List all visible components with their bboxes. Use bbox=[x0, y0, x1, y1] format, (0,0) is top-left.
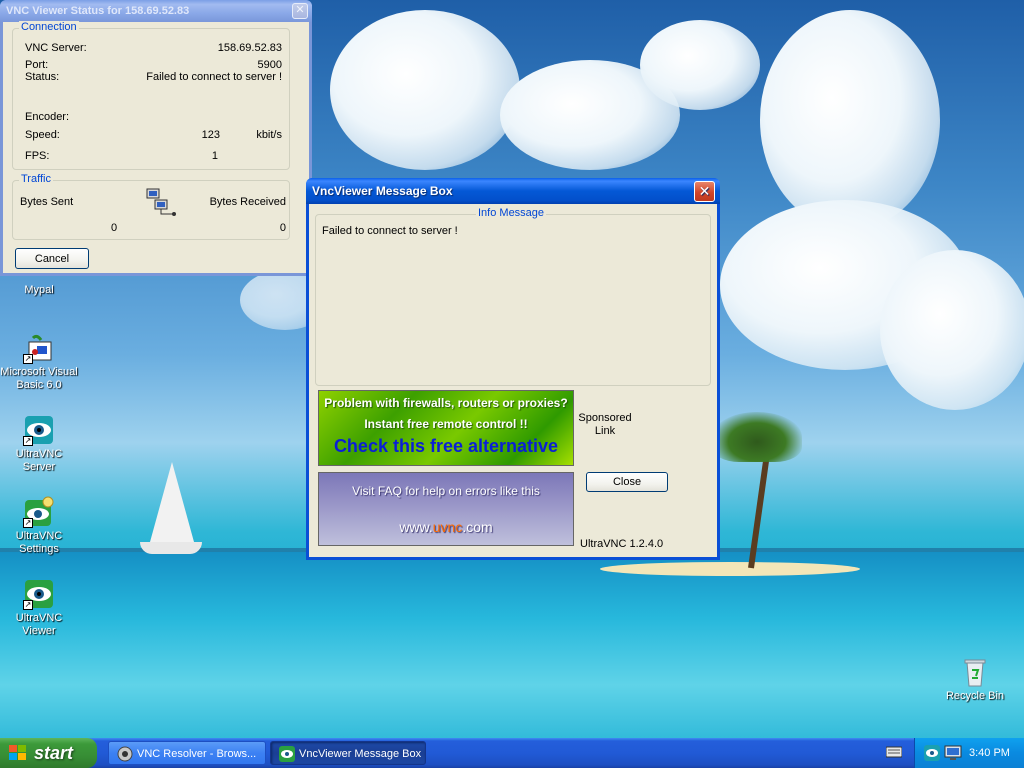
banner-url-brand: uvnc bbox=[432, 519, 463, 535]
vnc-status-window[interactable]: VNC Viewer Status for 158.69.52.83 ✕ Con… bbox=[0, 0, 312, 276]
desktop-icon-label: Recycle Bin bbox=[945, 690, 1005, 702]
taskbar: start VNC Resolver - Brows... VncViewer … bbox=[0, 738, 1024, 768]
speed-unit: kbit/s bbox=[256, 129, 282, 141]
cancel-button[interactable]: Cancel bbox=[15, 248, 89, 269]
taskbar-item-message-box[interactable]: VncViewer Message Box bbox=[270, 741, 426, 765]
desktop-icon-ultravnc-settings[interactable]: ↗ UltraVNC Settings bbox=[0, 496, 78, 556]
speed-label: Speed: bbox=[25, 129, 60, 141]
fps-value: 1 bbox=[211, 150, 218, 162]
taskbar-item-label: VncViewer Message Box bbox=[299, 748, 422, 760]
bytes-received-label: Bytes Received bbox=[209, 196, 286, 208]
cloud bbox=[880, 250, 1024, 410]
sponsored-banner-faq[interactable]: Visit FAQ for help on errors like this w… bbox=[318, 472, 574, 546]
desktop-icon-ultravnc-server[interactable]: ↗ UltraVNC Server bbox=[0, 414, 78, 474]
boat-sail bbox=[150, 462, 194, 542]
info-message-legend: Info Message bbox=[476, 207, 547, 219]
traffic-groupbox: Traffic Bytes Sent Bytes Received 0 0 bbox=[12, 173, 290, 240]
banner-line-instant: Instant free remote control !! bbox=[364, 417, 528, 431]
ultravnc-eye-icon bbox=[279, 746, 295, 762]
port-value: 5900 bbox=[257, 59, 282, 71]
sea bbox=[0, 552, 1024, 738]
sponsored-label-line1: Sponsored bbox=[578, 412, 632, 424]
sponsored-link-label: Sponsored Link bbox=[577, 412, 633, 438]
taskbar-item-vnc-resolver[interactable]: VNC Resolver - Brows... bbox=[108, 741, 266, 765]
connection-legend: Connection bbox=[19, 21, 79, 33]
desktop-icon-label: UltraVNC Settings bbox=[15, 530, 63, 555]
desktop-icon-label: Mypal bbox=[24, 284, 54, 296]
palm-leaves bbox=[712, 412, 802, 462]
fps-label: FPS: bbox=[25, 150, 50, 162]
windows-logo-icon bbox=[9, 745, 27, 761]
message-box-titlebar[interactable]: VncViewer Message Box ✕ bbox=[306, 178, 720, 204]
network-computers-icon bbox=[145, 187, 179, 220]
keyboard-icon[interactable] bbox=[885, 745, 903, 762]
port-label: Port: bbox=[25, 59, 49, 71]
desktop-icon-recycle-bin[interactable]: Recycle Bin bbox=[936, 656, 1014, 703]
info-message-text: Failed to connect to server ! bbox=[322, 225, 458, 237]
close-icon[interactable]: ✕ bbox=[292, 3, 308, 19]
desktop-icon-label: UltraVNC Viewer bbox=[15, 612, 63, 637]
message-box-title: VncViewer Message Box bbox=[312, 184, 453, 198]
system-tray: 3:40 PM bbox=[914, 738, 1024, 768]
banner-url-prefix: www. bbox=[399, 519, 433, 535]
banner-line-firewalls: Problem with firewalls, routers or proxi… bbox=[324, 396, 568, 410]
traffic-legend: Traffic bbox=[19, 173, 53, 185]
display-icon[interactable] bbox=[944, 745, 962, 764]
version-label: UltraVNC 1.2.4.0 bbox=[580, 538, 664, 550]
encoder-label: Encoder: bbox=[25, 111, 70, 123]
desktop-icon-visual-basic[interactable]: ↗ Microsoft Visual Basic 6.0 bbox=[0, 332, 78, 392]
ultravnc-eye-icon: ↗ bbox=[23, 578, 55, 610]
desktop-icon-label: UltraVNC Server bbox=[15, 448, 63, 473]
taskbar-item-label: VNC Resolver - Brows... bbox=[137, 748, 257, 760]
recycle-bin-icon bbox=[959, 656, 991, 688]
info-message-groupbox: Info Message Failed to connect to server… bbox=[315, 207, 711, 386]
close-button[interactable]: Close bbox=[586, 472, 668, 492]
status-value: Failed to connect to server ! bbox=[146, 71, 282, 83]
bytes-sent-value: 0 bbox=[111, 222, 118, 234]
status-window-titlebar[interactable]: VNC Viewer Status for 158.69.52.83 ✕ bbox=[0, 0, 312, 22]
vnc-server-value: 158.69.52.83 bbox=[217, 42, 282, 54]
sponsored-banner-alternative[interactable]: Problem with firewalls, routers or proxi… bbox=[318, 390, 574, 466]
vnc-server-label: VNC Server: bbox=[25, 42, 87, 54]
status-window-title: VNC Viewer Status for 158.69.52.83 bbox=[6, 5, 190, 17]
ultravnc-settings-icon: ↗ bbox=[23, 496, 55, 528]
visual-basic-icon: ↗ bbox=[23, 332, 55, 364]
ultravnc-eye-icon: ↗ bbox=[23, 414, 55, 446]
status-label: Status: bbox=[25, 71, 60, 83]
sponsored-label-line2: Link bbox=[594, 425, 616, 437]
desktop-icon-mypal[interactable]: Mypal bbox=[0, 284, 78, 297]
cloud bbox=[640, 20, 760, 110]
close-icon[interactable]: ✕ bbox=[694, 181, 715, 202]
bytes-sent-label: Bytes Sent bbox=[20, 196, 74, 208]
island-sand bbox=[600, 562, 860, 576]
desktop-icon-ultravnc-viewer[interactable]: ↗ UltraVNC Viewer bbox=[0, 578, 78, 638]
start-label: start bbox=[34, 743, 74, 763]
vnc-resolver-icon bbox=[117, 746, 133, 762]
start-button[interactable]: start bbox=[0, 738, 97, 768]
banner-line-check-alternative: Check this free alternative bbox=[333, 436, 559, 456]
clock[interactable]: 3:40 PM bbox=[969, 738, 1010, 768]
boat-hull bbox=[140, 542, 202, 554]
cloud bbox=[330, 10, 520, 170]
bytes-received-value: 0 bbox=[279, 222, 286, 234]
banner-line-visit-faq: Visit FAQ for help on errors like this bbox=[352, 484, 540, 498]
ultravnc-tray-icon[interactable] bbox=[924, 745, 940, 764]
speed-value: 123 bbox=[201, 129, 220, 141]
banner-url-suffix: .com bbox=[462, 519, 493, 535]
connection-groupbox: Connection VNC Server: 158.69.52.83 Port… bbox=[12, 21, 290, 170]
cloud bbox=[760, 10, 940, 230]
desktop-icon-label: Microsoft Visual Basic 6.0 bbox=[0, 366, 78, 391]
banner-url: www.uvnc.com bbox=[319, 519, 573, 535]
